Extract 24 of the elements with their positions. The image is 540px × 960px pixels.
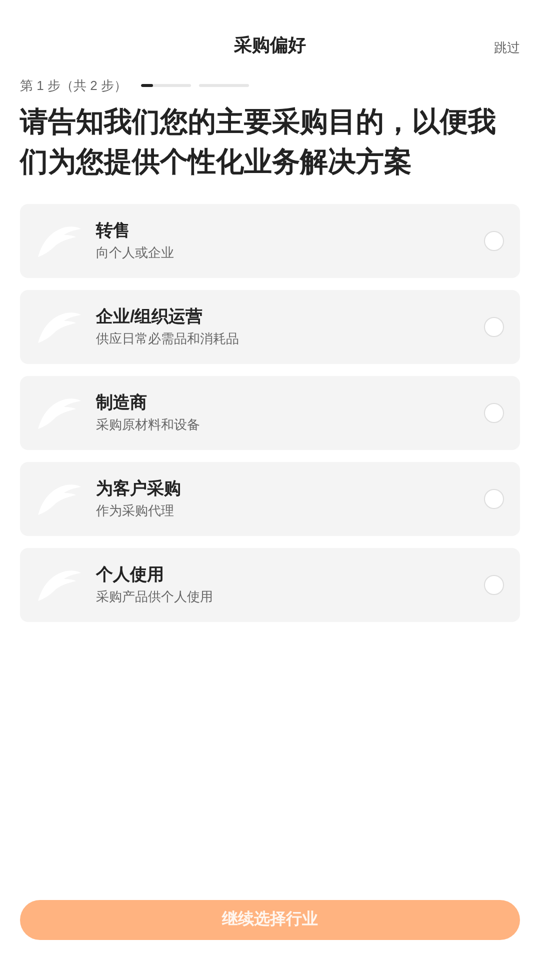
option-subtitle: 向个人或企业 (96, 244, 175, 262)
option-card[interactable]: 制造商 采购原材料和设备 (20, 376, 520, 450)
option-card[interactable]: 个人使用 采购产品供个人使用 (20, 548, 520, 622)
option-card[interactable]: 转售 向个人或企业 (20, 204, 520, 278)
radio-button[interactable] (484, 575, 504, 595)
option-subtitle: 采购产品供个人使用 (96, 588, 214, 606)
option-subtitle: 供应日常必需品和消耗品 (96, 330, 240, 348)
option-subtitle: 采购原材料和设备 (96, 416, 201, 434)
option-title: 企业/组织运营 (96, 306, 204, 328)
radio-button[interactable] (484, 317, 504, 337)
question-heading: 请告知我们您的主要采购目的，以便我们为您提供个性化业务解决方案 (20, 105, 497, 179)
skip-link[interactable]: 跳过 (494, 38, 520, 58)
option-title: 制造商 (96, 392, 148, 414)
option-title: 为客户采购 (96, 478, 182, 500)
radio-button[interactable] (484, 403, 504, 423)
page-title: 采购偏好 (234, 34, 306, 57)
radio-button[interactable] (484, 489, 504, 509)
option-title: 转售 (96, 220, 131, 242)
option-title: 个人使用 (96, 564, 165, 586)
option-subtitle: 作为采购代理 (96, 502, 175, 520)
step-label: 第 1 步（共 2 步） (20, 77, 127, 95)
radio-button[interactable] (484, 231, 504, 251)
option-card[interactable]: 为客户采购 作为采购代理 (20, 462, 520, 536)
option-card[interactable]: 企业/组织运营 供应日常必需品和消耗品 (20, 290, 520, 364)
